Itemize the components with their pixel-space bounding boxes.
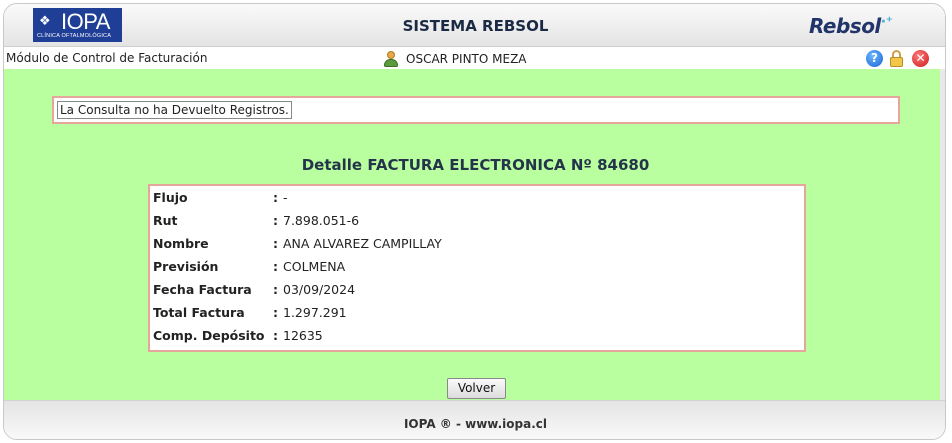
detail-value: 12635	[283, 328, 323, 343]
detail-value: 03/09/2024	[283, 282, 356, 297]
info-bar: Módulo de Control de Facturación OSCAR P…	[4, 48, 945, 69]
scrollbar[interactable]	[940, 69, 945, 400]
detail-label: Comp. Depósito	[153, 328, 265, 343]
app-window: ❖ IOPA CLÍNICA OFTALMOLÓGICA SISTEMA REB…	[3, 3, 946, 440]
app-title: SISTEMA REBSOL	[402, 17, 549, 35]
message-box: La Consulta no ha Devuelto Registros.	[52, 96, 900, 124]
detail-value: -	[283, 190, 288, 205]
footer: IOPA ® - www.iopa.cl	[4, 400, 945, 439]
detail-label: Fecha Factura	[153, 282, 252, 297]
user-icon	[383, 51, 399, 67]
detail-colon: :	[273, 213, 278, 228]
help-icon[interactable]: ?	[866, 50, 883, 67]
rebsol-logo: Rebsol·⁺	[809, 14, 893, 38]
lock-icon[interactable]	[888, 50, 905, 67]
rebsol-dot-icon: ·⁺	[880, 14, 893, 30]
detail-value: 7.898.051-6	[283, 213, 360, 228]
detail-value: 1.297.291	[283, 305, 347, 320]
rebsol-logo-text: Rebsol	[809, 14, 881, 38]
detail-colon: :	[273, 190, 278, 205]
close-icon[interactable]: ✕	[912, 50, 929, 67]
user-name: OSCAR PINTO MEZA	[406, 52, 527, 66]
detail-label: Rut	[153, 213, 178, 228]
detail-label: Previsión	[153, 259, 219, 274]
module-label: Módulo de Control de Facturación	[6, 51, 208, 65]
detail-title: Detalle FACTURA ELECTRONICA Nº 84680	[301, 156, 650, 174]
detail-colon: :	[273, 328, 278, 343]
detail-colon: :	[273, 282, 278, 297]
detail-label: Nombre	[153, 236, 209, 251]
main-content: La Consulta no ha Devuelto Registros. De…	[4, 69, 945, 400]
message-text: La Consulta no ha Devuelto Registros.	[57, 101, 292, 119]
detail-colon: :	[273, 259, 278, 274]
footer-text: IOPA ® - www.iopa.cl	[403, 417, 548, 431]
detail-label: Total Factura	[153, 305, 245, 320]
detail-label: Flujo	[153, 190, 188, 205]
detail-value: COLMENA	[283, 259, 346, 274]
detail-colon: :	[273, 305, 278, 320]
top-bar: ❖ IOPA CLÍNICA OFTALMOLÓGICA SISTEMA REB…	[4, 4, 945, 47]
detail-value: ANA ALVAREZ CAMPILLAY	[283, 236, 442, 251]
detail-box: Flujo : - Rut : 7.898.051-6 Nombre : ANA…	[148, 184, 806, 352]
back-button[interactable]: Volver	[447, 378, 506, 399]
detail-colon: :	[273, 236, 278, 251]
